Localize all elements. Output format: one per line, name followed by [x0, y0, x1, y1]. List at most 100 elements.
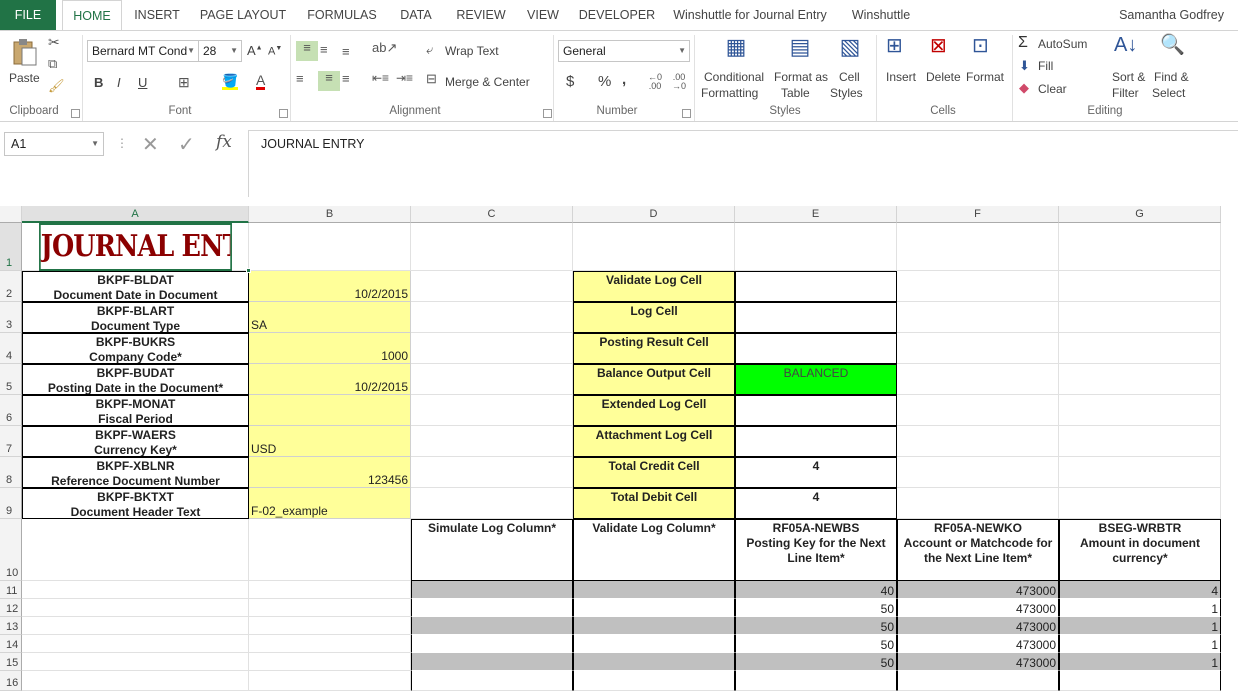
- increase-indent-icon[interactable]: ⇥≡: [396, 72, 413, 84]
- status-cell-label[interactable]: Validate Log Cell: [573, 271, 735, 302]
- journal-entry-title[interactable]: JOURNAL ENTRY: [39, 223, 232, 271]
- header-field-value[interactable]: 1000: [249, 333, 411, 364]
- align-bottom-icon[interactable]: ≡: [342, 45, 350, 58]
- conditional-formatting-label-2[interactable]: Formatting: [701, 86, 758, 100]
- row-header[interactable]: 14: [0, 635, 22, 653]
- grid-cell[interactable]: [22, 599, 249, 617]
- column-header[interactable]: A: [22, 206, 249, 223]
- column-header[interactable]: D: [573, 206, 735, 223]
- grid-cell[interactable]: [249, 599, 411, 617]
- tab-data[interactable]: DATA: [390, 0, 442, 30]
- grid-cell[interactable]: [573, 223, 735, 271]
- italic-button[interactable]: I: [117, 75, 121, 90]
- status-cell-label[interactable]: Total Debit Cell: [573, 488, 735, 519]
- bold-button[interactable]: B: [94, 75, 103, 90]
- amount-cell[interactable]: 1: [1059, 617, 1221, 635]
- increase-decimal-icon[interactable]: ←0.00: [648, 73, 662, 91]
- grid-cell[interactable]: [573, 671, 735, 691]
- grid-cell[interactable]: [411, 271, 573, 302]
- clipboard-launcher-icon[interactable]: [71, 109, 80, 118]
- header-field-label[interactable]: BKPF-MONAT Fiscal Period: [22, 395, 249, 426]
- wrap-text-icon[interactable]: ⤶: [426, 43, 433, 56]
- tab-page-layout[interactable]: PAGE LAYOUT: [194, 0, 292, 30]
- grid-cell[interactable]: [897, 223, 1059, 271]
- grid-cell[interactable]: [897, 364, 1059, 395]
- row-header[interactable]: 6: [0, 395, 22, 426]
- account-cell[interactable]: 473000: [897, 617, 1059, 635]
- row-header[interactable]: 10: [0, 519, 22, 581]
- status-cell-label[interactable]: Log Cell: [573, 302, 735, 333]
- wrap-text-button[interactable]: Wrap Text: [445, 44, 499, 58]
- sort-filter-label-2[interactable]: Filter: [1112, 86, 1139, 100]
- row-header[interactable]: 2: [0, 271, 22, 302]
- column-header[interactable]: C: [411, 206, 573, 223]
- row-header[interactable]: 13: [0, 617, 22, 635]
- row-header[interactable]: 8: [0, 457, 22, 488]
- header-field-value[interactable]: 10/2/2015: [249, 364, 411, 395]
- sort-filter-icon[interactable]: A↓: [1114, 35, 1137, 55]
- number-format-combo[interactable]: General ▼: [558, 40, 690, 62]
- tab-home[interactable]: HOME: [62, 0, 122, 30]
- status-cell-label[interactable]: Attachment Log Cell: [573, 426, 735, 457]
- tab-formulas[interactable]: FORMULAS: [302, 0, 382, 30]
- decrease-decimal-icon[interactable]: .00 →0: [672, 73, 686, 91]
- find-select-label-2[interactable]: Select: [1152, 86, 1185, 100]
- amount-cell[interactable]: 1: [1059, 653, 1221, 671]
- align-center-icon[interactable]: ≡: [318, 71, 340, 91]
- validate-log-column-header[interactable]: Validate Log Column*: [573, 519, 735, 581]
- account-cell[interactable]: 473000: [897, 653, 1059, 671]
- fill-button[interactable]: Fill: [1038, 59, 1053, 73]
- validate-log-cell[interactable]: [573, 581, 735, 599]
- row-header[interactable]: 3: [0, 302, 22, 333]
- fill-icon[interactable]: ⬇: [1019, 59, 1030, 72]
- posting-key-cell[interactable]: 50: [735, 617, 897, 635]
- fill-handle[interactable]: [246, 268, 251, 273]
- grid-cell[interactable]: [897, 302, 1059, 333]
- format-as-table-label-2[interactable]: Table: [781, 86, 810, 100]
- grid-cell[interactable]: [411, 671, 573, 691]
- grid-cell[interactable]: [897, 271, 1059, 302]
- grid-cell[interactable]: [411, 223, 573, 271]
- grid-cell[interactable]: [22, 671, 249, 691]
- name-box[interactable]: A1 ▼: [4, 132, 104, 156]
- grid-cell[interactable]: [1059, 333, 1221, 364]
- font-launcher-icon[interactable]: [279, 109, 288, 118]
- paste-button-label[interactable]: Paste: [9, 71, 40, 85]
- row-header[interactable]: 1: [0, 223, 22, 271]
- grid-cell[interactable]: [411, 426, 573, 457]
- underline-button[interactable]: U: [138, 75, 147, 90]
- alignment-launcher-icon[interactable]: [543, 109, 552, 118]
- enter-icon[interactable]: ✓: [178, 132, 195, 157]
- grid-cell[interactable]: [411, 488, 573, 519]
- align-top-icon[interactable]: ≡: [296, 41, 318, 61]
- column-header[interactable]: F: [897, 206, 1059, 223]
- status-cell-label[interactable]: Total Credit Cell: [573, 457, 735, 488]
- delete-cells-icon[interactable]: ⊠: [930, 36, 947, 56]
- column-header[interactable]: B: [249, 206, 411, 223]
- select-all-corner[interactable]: [0, 206, 22, 223]
- status-cell-value[interactable]: [735, 426, 897, 457]
- posting-key-cell[interactable]: 40: [735, 581, 897, 599]
- grid-cell[interactable]: [249, 653, 411, 671]
- row-header[interactable]: 9: [0, 488, 22, 519]
- grid-cell[interactable]: [1059, 302, 1221, 333]
- grid-cell[interactable]: [411, 395, 573, 426]
- find-select-label-1[interactable]: Find &: [1154, 70, 1189, 84]
- grid-cell[interactable]: [22, 617, 249, 635]
- grid-cell[interactable]: [735, 671, 897, 691]
- header-field-label[interactable]: BKPF-BLART Document Type: [22, 302, 249, 333]
- grid-cell[interactable]: [22, 653, 249, 671]
- conditional-formatting-label-1[interactable]: Conditional: [704, 70, 764, 84]
- align-middle-icon[interactable]: ≡: [320, 43, 328, 56]
- align-left-icon[interactable]: ≡: [296, 72, 304, 85]
- autosum-button[interactable]: AutoSum: [1038, 37, 1087, 51]
- orientation-icon[interactable]: ab↗: [372, 41, 397, 54]
- row-header[interactable]: 15: [0, 653, 22, 671]
- header-field-value[interactable]: [249, 395, 411, 426]
- simulate-log-column-header[interactable]: Simulate Log Column*: [411, 519, 573, 581]
- grid-cell[interactable]: [411, 302, 573, 333]
- status-cell-value[interactable]: 4: [735, 488, 897, 519]
- grid-cell[interactable]: [22, 635, 249, 653]
- posting-key-cell[interactable]: 50: [735, 653, 897, 671]
- header-field-value[interactable]: 10/2/2015: [249, 271, 411, 302]
